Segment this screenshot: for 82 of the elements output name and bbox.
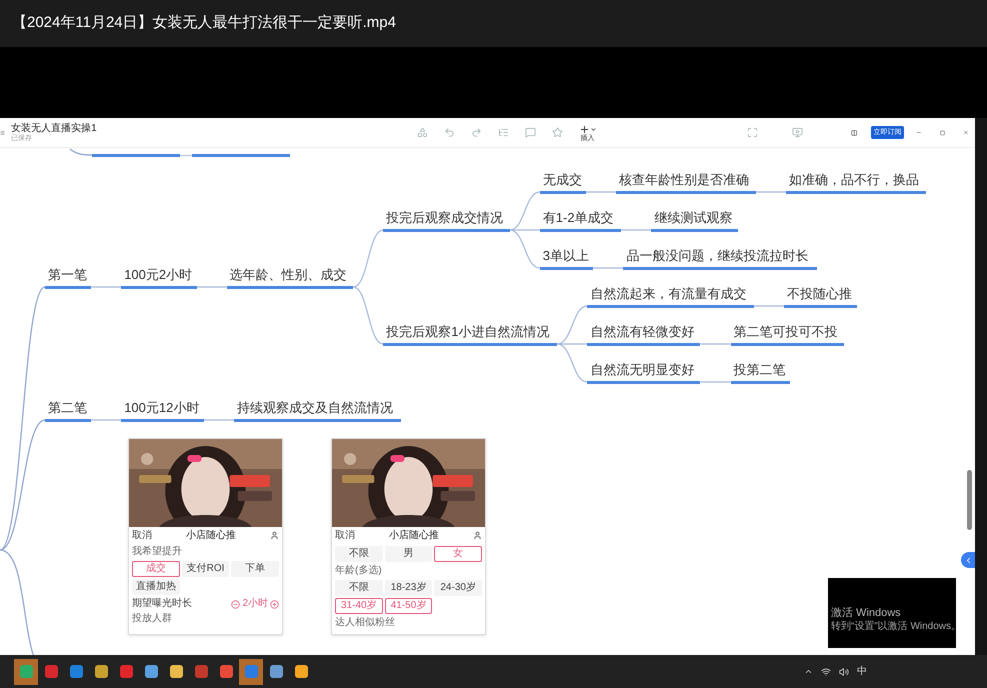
option-chip[interactable]: 不限 — [335, 580, 383, 596]
redo-icon[interactable] — [470, 127, 482, 138]
caret-icon — [590, 126, 597, 132]
document-title: 女装无人直播实操1 — [11, 124, 97, 134]
option-chip[interactable]: 成交 — [132, 561, 180, 577]
option-chip[interactable]: 31-40岁 — [335, 598, 383, 614]
option-chip[interactable]: 不限 — [335, 546, 383, 562]
plus-icon[interactable] — [270, 600, 279, 608]
mindmap-node[interactable]: 无成交 — [540, 171, 586, 194]
option-chip[interactable]: 男 — [384, 546, 432, 562]
connector-line — [621, 229, 652, 231]
fullscreen-icon[interactable] — [746, 127, 758, 138]
option-chip[interactable]: 女 — [434, 546, 482, 562]
section-label: 年龄(多选) — [335, 565, 383, 577]
section-label: 投放人群 — [132, 613, 173, 625]
connector-line — [353, 229, 384, 288]
star-icon[interactable] — [552, 127, 563, 138]
stepper-value: 2小时 — [242, 598, 268, 610]
mindmap-node[interactable]: 100元2小时 — [121, 266, 197, 289]
section-label: 我希望提升 — [132, 546, 183, 558]
volume-icon[interactable] — [839, 666, 849, 676]
panel-title: 小店随心推 — [186, 528, 236, 542]
presentation-icon[interactable] — [792, 127, 803, 138]
stepper-label: 期望曝光时长 — [132, 598, 192, 610]
connector-line — [700, 381, 730, 383]
collapse-button[interactable] — [961, 552, 975, 568]
activation-title: 激活 Windows — [831, 606, 902, 620]
mindmap-node[interactable]: 持续观察成交及自然流情况 — [234, 399, 401, 422]
mindmap-node[interactable]: 投完后观察成交情况 — [383, 209, 510, 232]
mindmap-node[interactable]: 不投随心推 — [784, 285, 858, 308]
connector-line — [756, 191, 786, 193]
undo-icon[interactable] — [444, 127, 455, 138]
mindmap-node[interactable]: 100元12小时 — [121, 399, 204, 422]
connector-line — [586, 191, 616, 193]
scrollbar-thumb[interactable] — [967, 470, 972, 530]
mindmap-node[interactable]: 选年龄、性别、成交 — [226, 266, 354, 289]
activation-hint: 转到“设置”以激活 Windows。 — [831, 620, 962, 633]
mindmap-node[interactable]: 第二笔可投可不投 — [730, 323, 844, 346]
connector-line — [593, 267, 624, 269]
video-title: 【2024年11月24日】女装无人最牛打法很干一定要听.mp4 — [12, 13, 396, 34]
person-icon[interactable] — [270, 530, 279, 540]
option-chip[interactable]: 直播加热 — [132, 579, 180, 595]
mindmap-node[interactable]: 3单以上 — [540, 247, 594, 270]
option-chip[interactable]: 41-50岁 — [384, 598, 432, 614]
mindmap-node[interactable]: 自然流起来，有流量有成交 — [587, 285, 754, 308]
connector-line — [91, 419, 122, 421]
mindmap-node[interactable]: 自然流无明显变好 — [587, 361, 700, 384]
connector-line — [204, 419, 234, 421]
columns-icon[interactable] — [850, 128, 858, 138]
option-chip[interactable]: 18-23岁 — [384, 580, 432, 596]
connector-line — [91, 286, 122, 288]
maximize-icon[interactable] — [940, 128, 946, 136]
mindmap-node[interactable]: 继续测试观察 — [651, 209, 738, 232]
option-chip[interactable]: 24-30岁 — [434, 580, 482, 596]
shapes-icon[interactable] — [416, 127, 428, 138]
connector-line — [754, 305, 784, 307]
cancel-link[interactable]: 取消 — [335, 528, 355, 542]
connector-line — [700, 343, 730, 345]
mindmap-node[interactable]: 核查年龄性别是否准确 — [616, 171, 756, 194]
mindmap-node[interactable]: 品一般没问题，继续投流拉时长 — [623, 247, 817, 270]
connector-line — [196, 286, 227, 288]
panel-title: 小店随心推 — [389, 528, 439, 542]
mindmap-node[interactable]: 投完后观察1小进自然流情况 — [383, 323, 558, 346]
minus-icon[interactable] — [231, 600, 240, 608]
connector-line — [353, 286, 384, 345]
cancel-link[interactable]: 取消 — [132, 528, 152, 542]
mindmap-node[interactable]: 自然流有轻微变好 — [587, 323, 700, 346]
tree-icon[interactable] — [498, 127, 509, 138]
plus-icon — [578, 124, 590, 134]
mindmap-node[interactable]: 第二笔 — [45, 399, 92, 422]
mindmap-node[interactable]: 投第二笔 — [730, 361, 790, 384]
close-icon[interactable] — [963, 128, 970, 137]
mindmap-node[interactable]: 有1-2单成交 — [540, 209, 622, 232]
comment-icon[interactable] — [524, 127, 536, 138]
option-chip[interactable]: 支付ROI — [182, 561, 230, 577]
network-icon[interactable] — [821, 666, 831, 676]
person-icon[interactable] — [473, 530, 482, 540]
mindmap-node[interactable]: 第一笔 — [45, 266, 92, 289]
input-method[interactable]: 中 — [857, 664, 867, 679]
mindmap-node[interactable]: 如准确，品不行，换品 — [786, 171, 926, 194]
option-chip[interactable]: 下单 — [231, 561, 279, 577]
section-label: 达人相似粉丝 — [335, 617, 396, 629]
